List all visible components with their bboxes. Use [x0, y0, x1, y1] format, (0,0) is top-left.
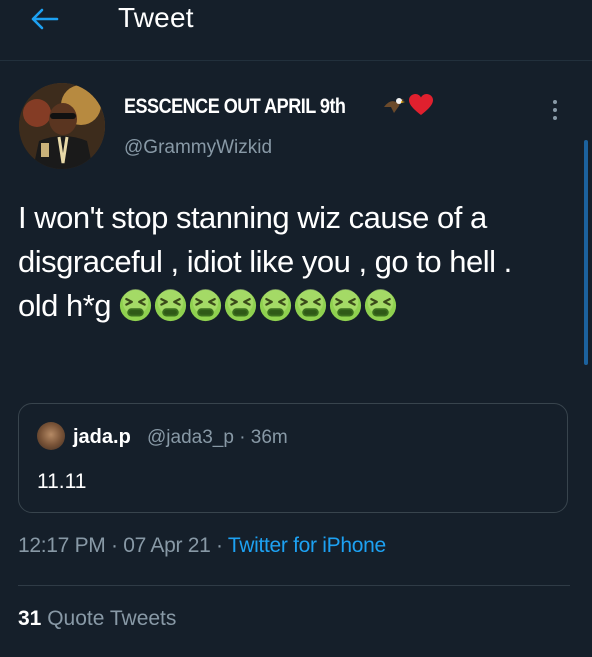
more-options-button[interactable]: [545, 96, 565, 124]
quote-text: 11.11: [37, 470, 87, 493]
quote-avatar: [37, 422, 65, 450]
nauseated-face-icon: [120, 289, 152, 322]
quote-tweets-label: Quote Tweets: [41, 607, 177, 630]
nauseated-face-icon: [155, 289, 187, 322]
quoted-tweet-card[interactable]: jada.p @jada3_p · 36m 11.11: [18, 403, 568, 513]
dot-icon: [553, 108, 557, 112]
avatar-photo: [19, 83, 105, 169]
page-title: Tweet: [118, 2, 194, 33]
quote-tweets-count: 31: [18, 607, 42, 630]
display-name[interactable]: ESSCENCE OUT APRIL 9th: [124, 95, 346, 119]
nauseated-face-icon: [330, 289, 362, 322]
name-badges: [382, 93, 434, 117]
quote-display-name: jada.p: [73, 426, 131, 448]
back-button[interactable]: [26, 3, 62, 35]
eagle-emoji-icon: [384, 98, 405, 113]
quote-meta: @jada3_p · 36m: [147, 427, 288, 448]
nauseated-face-icon: [225, 289, 257, 322]
red-heart-emoji-icon: [409, 94, 433, 115]
dot-icon: [553, 116, 557, 120]
tweet-text: I won't stop stanning wiz cause of a dis…: [18, 196, 548, 328]
nauseated-face-icon: [295, 289, 327, 322]
tweet-source-link[interactable]: Twitter for iPhone: [228, 534, 386, 557]
top-bar: Tweet: [0, 0, 592, 50]
dot-icon: [553, 100, 557, 104]
scrollbar[interactable]: [584, 140, 588, 365]
user-handle[interactable]: @GrammyWizkid: [124, 137, 272, 159]
nauseated-face-icon: [260, 289, 292, 322]
tweet-timestamp: 12:17 PM · 07 Apr 21 ·: [18, 534, 228, 557]
nauseated-face-icon: [365, 289, 397, 322]
meta-divider: [18, 585, 570, 586]
nauseated-face-icon: [190, 289, 222, 322]
header-divider: [0, 60, 592, 61]
tweet-meta: 12:17 PM · 07 Apr 21 · Twitter for iPhon…: [18, 534, 386, 558]
nauseated-emoji-row: [119, 288, 399, 323]
quote-tweets-stat[interactable]: 31 Quote Tweets: [18, 607, 176, 631]
tweet-detail-screen: Tweet ESSCENCE OUT APRIL 9th @GrammyWizk…: [0, 0, 592, 657]
avatar[interactable]: [19, 83, 105, 169]
arrow-left-icon: [31, 8, 59, 30]
